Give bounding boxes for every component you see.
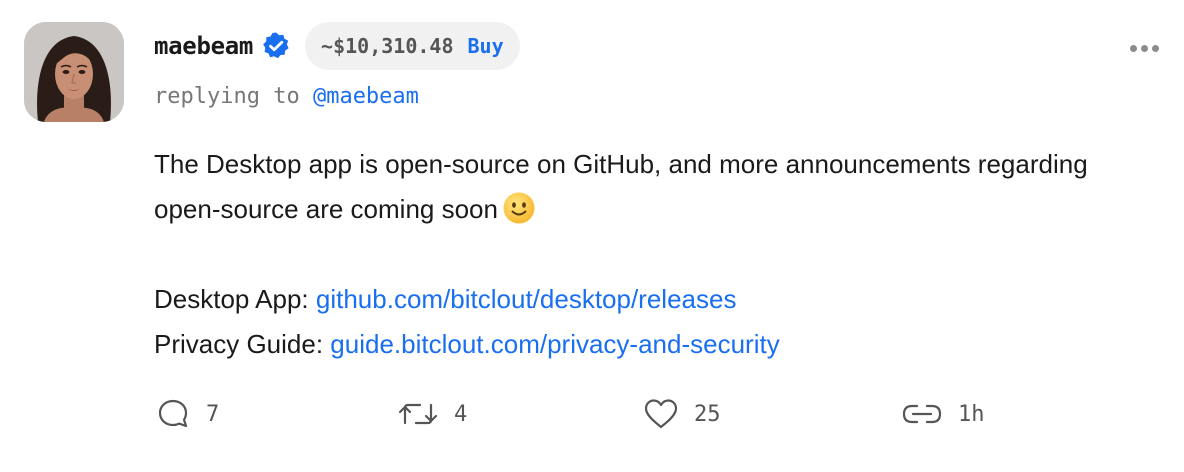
coin-price: ~$10,310.48 (321, 34, 454, 58)
replying-prefix: replying to (154, 84, 300, 109)
privacy-guide-link[interactable]: guide.bitclout.com/privacy-and-security (330, 329, 779, 359)
post-card: maebeam ~$10,310.48 Buy replying to @mae… (0, 0, 1184, 472)
post-header: maebeam ~$10,310.48 Buy (154, 22, 520, 70)
body-paragraph: The Desktop app is open-source on GitHub… (154, 142, 1144, 232)
avatar-image (24, 22, 124, 122)
comment-button[interactable]: 7 (156, 394, 219, 434)
post-actions: 7 4 25 1h (156, 394, 1056, 434)
replying-mention-link[interactable]: @maebeam (313, 84, 419, 109)
verified-badge-icon (261, 31, 291, 61)
post-timestamp: 1h (958, 401, 985, 427)
comment-count: 7 (206, 401, 220, 427)
body-text: The Desktop app is open-source on GitHub… (154, 149, 1088, 224)
like-count: 25 (694, 401, 721, 427)
privacy-guide-line: Privacy Guide: guide.bitclout.com/privac… (154, 322, 1144, 367)
username[interactable]: maebeam (154, 32, 253, 60)
desktop-app-link[interactable]: github.com/bitclout/desktop/releases (316, 284, 737, 314)
heart-icon (644, 399, 678, 429)
creator-coin-price-pill[interactable]: ~$10,310.48 Buy (305, 22, 520, 70)
more-dot (1140, 44, 1148, 52)
like-button[interactable]: 25 (642, 394, 721, 434)
privacy-guide-label: Privacy Guide: (154, 329, 331, 359)
link-icon (902, 404, 942, 424)
more-options-button[interactable] (1126, 38, 1162, 58)
more-dot (1151, 44, 1159, 52)
desktop-app-label: Desktop App: (154, 284, 316, 314)
permalink-button[interactable]: 1h (900, 394, 985, 434)
slightly-smiling-face-icon (502, 191, 536, 225)
more-horizontal-icon (1129, 44, 1137, 52)
buy-button[interactable]: Buy (468, 34, 504, 58)
post-body: The Desktop app is open-source on GitHub… (154, 142, 1144, 367)
replying-to-line: replying to @maebeam (154, 84, 419, 109)
reclout-icon (398, 403, 438, 425)
reclout-count: 4 (454, 401, 468, 427)
avatar[interactable] (24, 22, 124, 122)
reclout-button[interactable]: 4 (396, 394, 467, 434)
comment-icon (158, 399, 188, 428)
desktop-app-line: Desktop App: github.com/bitclout/desktop… (154, 277, 1144, 322)
